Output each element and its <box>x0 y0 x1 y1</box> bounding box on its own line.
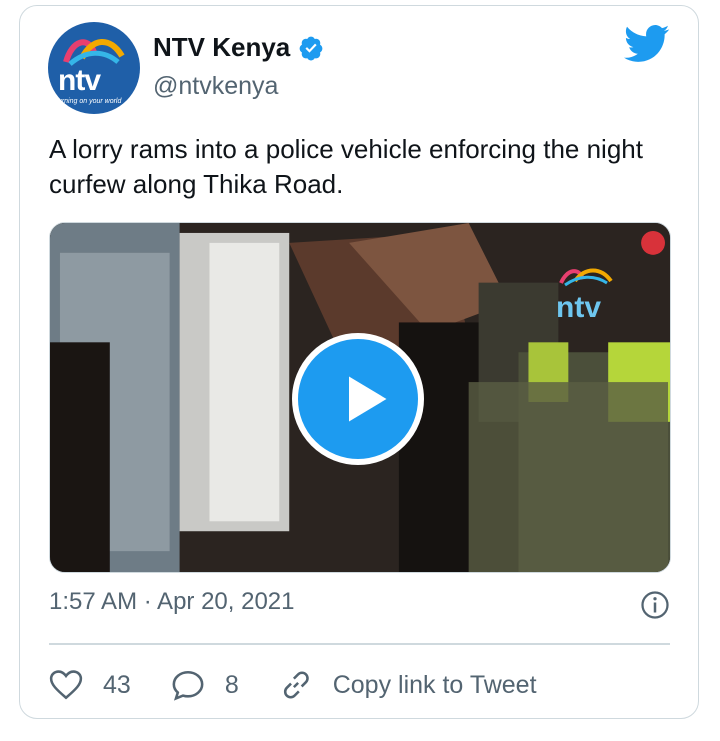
reply-button[interactable]: 8 <box>171 668 239 702</box>
tweet-text: A lorry rams into a police vehicle enfor… <box>49 134 643 199</box>
avatar[interactable]: ntv turning on your world <box>48 22 140 114</box>
video-player[interactable]: ntv <box>49 222 671 573</box>
ntv-watermark-text: ntv <box>556 291 601 324</box>
reply-count: 8 <box>224 670 239 699</box>
author-handle[interactable]: @ntvkenya <box>153 72 278 101</box>
twitter-bird-icon[interactable] <box>624 24 670 64</box>
avatar-logo-text: ntv <box>58 64 101 97</box>
heart-icon <box>49 670 83 700</box>
info-icon[interactable] <box>640 590 670 620</box>
play-button[interactable] <box>292 333 424 465</box>
tweet-card[interactable]: ntv turning on your world NTV Kenya @ntv… <box>19 5 699 719</box>
like-count: 43 <box>103 670 131 699</box>
author-display-name[interactable]: NTV Kenya <box>153 32 290 63</box>
tweet-timestamp[interactable]: 1:57 AM · Apr 20, 2021 <box>49 588 295 616</box>
divider <box>49 643 670 645</box>
verified-badge-icon <box>299 36 323 60</box>
tweet-actions: 43 8 Copy link to Tweet <box>49 660 577 710</box>
avatar-tagline: turning on your world <box>56 98 122 105</box>
copy-link-button[interactable]: Copy link to Tweet <box>279 668 537 702</box>
author-name-row: NTV Kenya <box>153 32 324 63</box>
copy-link-label: Copy link to Tweet <box>332 670 537 699</box>
link-icon <box>283 671 309 699</box>
like-button[interactable]: 43 <box>49 668 131 702</box>
play-icon <box>349 376 387 422</box>
reply-icon <box>172 670 204 701</box>
